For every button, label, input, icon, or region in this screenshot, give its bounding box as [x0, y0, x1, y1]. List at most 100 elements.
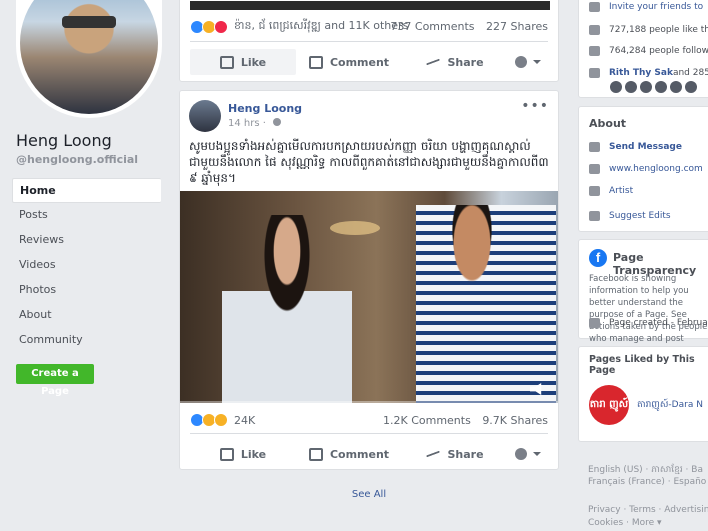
timestamp-text: 14 hrs · — [228, 118, 270, 129]
comment-label: Comment — [329, 447, 390, 461]
profile-picture-frame[interactable] — [16, 0, 162, 118]
post-author[interactable]: Heng Loong — [228, 102, 302, 115]
post-actions: Like Comment Share — [190, 49, 548, 75]
video-progress-bar[interactable] — [180, 401, 558, 403]
invite-icon — [589, 2, 600, 12]
page-avatar-mini-icon — [515, 56, 527, 68]
more-options-icon[interactable]: ••• — [521, 98, 549, 114]
send-message-row[interactable]: Send Message — [589, 142, 682, 152]
share-button[interactable]: Share — [402, 49, 508, 75]
pages-liked-card: Pages Liked by This Page តារា ញូស៍ តារាញ… — [578, 346, 708, 442]
nav-item-about[interactable]: About — [12, 303, 161, 328]
comment-bubble-icon — [308, 55, 323, 69]
post-timestamp[interactable]: 14 hrs · — [228, 118, 282, 129]
engagement-counts: 1.2K Comments 9.7K Shares — [375, 414, 548, 427]
invite-link[interactable]: Invite your friends to — [609, 2, 703, 12]
page-avatar-mini-icon — [515, 448, 527, 460]
friend-avatar[interactable] — [610, 81, 622, 93]
comments-count[interactable]: 737 Comments — [390, 20, 474, 33]
share-arrow-icon — [426, 58, 441, 66]
post-as-selector[interactable] — [508, 49, 548, 75]
nav-item-community[interactable]: Community — [12, 328, 161, 353]
like-label: Like — [240, 55, 267, 69]
liked-page-logo[interactable]: តារា ញូស៍ — [589, 385, 629, 425]
nav-item-posts[interactable]: Posts — [12, 203, 161, 228]
post-text: សូមបងប្អូនទាំងអស់គ្នាមើលការបកស្រាយរបស់កញ… — [189, 139, 549, 185]
right-sidebar: Invite your friends to 727,188 people li… — [578, 0, 708, 531]
reactions-summary[interactable]: 24K — [190, 413, 255, 427]
comment-button[interactable]: Comment — [296, 441, 402, 467]
profile-picture[interactable] — [20, 0, 158, 114]
invite-row[interactable]: Invite your friends to — [589, 2, 703, 12]
post-as-selector[interactable] — [508, 441, 548, 467]
globe-icon — [273, 118, 282, 126]
page-name[interactable]: Heng Loong — [16, 131, 112, 150]
globe-icon — [589, 164, 600, 174]
post-card: Heng Loong 14 hrs · ••• សូមបងប្អូនទាំងអស… — [179, 90, 559, 470]
reactions-count: 24K — [234, 413, 256, 427]
suggest-edits-row[interactable]: Suggest Edits — [589, 211, 671, 221]
category-link[interactable]: Artist — [609, 186, 633, 196]
send-message-link[interactable]: Send Message — [609, 142, 682, 152]
about-card: About Send Message www.hengloong.com Art… — [578, 106, 708, 232]
comment-label: Comment — [329, 55, 390, 69]
liked-page-name[interactable]: តារាញូស៍-Dara N — [637, 399, 703, 412]
facebook-logo-icon: f — [589, 249, 607, 267]
friend-avatar[interactable] — [625, 81, 637, 93]
comment-button[interactable]: Comment — [296, 49, 402, 75]
video-frame-woman — [222, 215, 352, 403]
friend-avatar[interactable] — [670, 81, 682, 93]
page-created-row: Page created - February — [589, 318, 708, 328]
friend-avatar[interactable] — [655, 81, 667, 93]
left-sidebar: Heng Loong @hengloong.official Home Post… — [0, 0, 168, 531]
suggest-edits-link[interactable]: Suggest Edits — [609, 211, 671, 221]
video-frame-man — [416, 205, 556, 403]
comments-count[interactable]: 1.2K Comments — [383, 414, 471, 427]
friends-count-text: and 285 — [672, 68, 708, 78]
friend-avatars — [610, 81, 700, 93]
share-label: Share — [447, 55, 484, 69]
nav-item-photos[interactable]: Photos — [12, 278, 161, 303]
friend-avatar[interactable] — [685, 81, 697, 93]
website-link[interactable]: www.hengloong.com — [609, 164, 703, 174]
share-button[interactable]: Share — [402, 441, 508, 467]
post-video[interactable] — [180, 191, 558, 403]
page-handle[interactable]: @hengloong.official — [16, 153, 138, 166]
likes-text: 727,188 people like this — [609, 25, 708, 35]
caret-down-icon — [533, 452, 541, 456]
create-page-button[interactable]: Create a Page — [16, 364, 94, 397]
nav-item-videos[interactable]: Videos — [12, 253, 161, 278]
like-button[interactable]: Like — [190, 49, 296, 75]
shares-count[interactable]: 227 Shares — [486, 20, 548, 33]
friend-name-link[interactable]: Rith Thy Sak — [609, 68, 673, 78]
footer-links-2[interactable]: Cookies · More ▾ — [588, 518, 662, 528]
see-all-link[interactable]: See All — [168, 489, 570, 500]
category-row[interactable]: Artist — [589, 186, 633, 196]
share-arrow-icon — [426, 450, 441, 458]
caret-down-icon — [533, 60, 541, 64]
like-button[interactable]: Like — [190, 441, 296, 467]
divider — [190, 41, 548, 42]
reactions-summary[interactable]: ខ៉ាន, ជ័ ពេជ្រសេរីវុឌ្ឍ and 11K others — [190, 19, 408, 35]
thumbs-up-icon — [219, 55, 234, 69]
friends-row: Rith Thy Sak and 285 — [589, 68, 708, 78]
author-avatar[interactable] — [189, 100, 221, 132]
language-links-2[interactable]: Français (France) · Españo — [588, 477, 706, 487]
website-row[interactable]: www.hengloong.com — [589, 164, 703, 174]
page-nav: Home Posts Reviews Videos Photos About C… — [12, 178, 161, 353]
timeline: ខ៉ាន, ជ័ ពេជ្រសេរីវុឌ្ឍ and 11K others 7… — [168, 0, 570, 531]
page-transparency-card: f Page Transparency Facebook is showing … — [578, 239, 708, 344]
friend-avatar[interactable] — [640, 81, 652, 93]
post-media-bottom-edge — [190, 1, 550, 10]
engagement-counts: 737 Comments 227 Shares — [382, 20, 548, 33]
nav-item-reviews[interactable]: Reviews — [12, 228, 161, 253]
nav-item-home[interactable]: Home — [12, 178, 161, 203]
pencil-icon — [589, 211, 600, 221]
follow-icon — [589, 46, 600, 56]
shares-count[interactable]: 9.7K Shares — [482, 414, 548, 427]
footer-links[interactable]: Privacy · Terms · Advertising — [588, 505, 708, 515]
follows-text: 764,284 people follow t — [609, 46, 708, 56]
pages-liked-title: Pages Liked by This Page — [589, 354, 695, 376]
language-links[interactable]: English (US) · ភាសាខ្មែរ · Ba — [588, 464, 703, 477]
thumbs-up-icon — [219, 447, 234, 461]
